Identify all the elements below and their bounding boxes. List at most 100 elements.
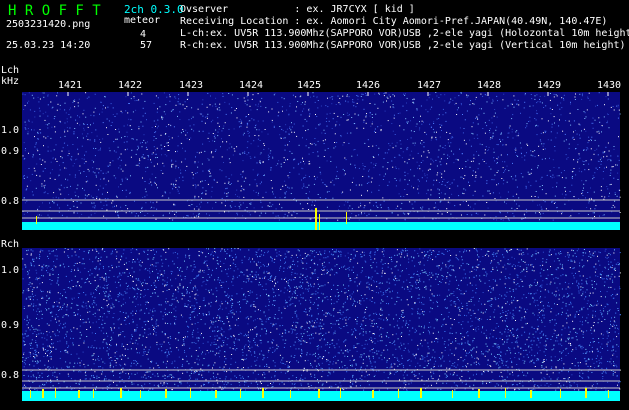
noise-pixel — [33, 97, 35, 99]
noise-pixel — [231, 299, 233, 301]
noise-pixel — [438, 149, 440, 151]
noise-pixel — [278, 219, 280, 221]
noise-pixel — [416, 109, 418, 111]
noise-pixel — [495, 129, 497, 131]
noise-pixel — [349, 189, 351, 191]
noise-pixel — [611, 350, 613, 352]
noise-pixel — [441, 213, 443, 215]
noise-pixel — [508, 127, 510, 129]
noise-pixel — [110, 307, 112, 309]
noise-pixel — [550, 266, 551, 268]
noise-pixel — [338, 294, 340, 296]
noise-pixel — [35, 187, 37, 189]
noise-pixel — [529, 173, 531, 175]
noise-pixel — [154, 328, 156, 329]
noise-pixel — [450, 98, 452, 100]
noise-pixel — [321, 362, 323, 364]
noise-pixel — [95, 256, 97, 258]
noise-pixel — [124, 272, 126, 274]
noise-pixel — [151, 126, 153, 128]
noise-pixel — [426, 133, 427, 135]
noise-pixel — [107, 106, 109, 108]
noise-pixel — [402, 320, 404, 322]
noise-pixel — [587, 96, 589, 98]
noise-pixel — [361, 267, 363, 269]
noise-pixel — [105, 172, 107, 174]
noise-pixel — [99, 259, 101, 261]
noise-pixel — [72, 286, 74, 287]
noise-pixel — [574, 261, 576, 263]
noise-pixel — [25, 148, 26, 150]
noise-pixel — [229, 143, 231, 145]
noise-pixel — [36, 174, 38, 176]
noise-pixel — [162, 214, 164, 216]
noise-pixel — [360, 323, 362, 325]
noise-pixel — [598, 130, 600, 132]
noise-pixel — [92, 261, 94, 263]
noise-pixel — [319, 339, 321, 341]
noise-pixel — [511, 316, 513, 318]
noise-pixel — [585, 386, 587, 388]
noise-pixel — [98, 377, 100, 378]
noise-pixel — [225, 258, 226, 260]
noise-pixel — [612, 281, 614, 283]
noise-pixel — [88, 96, 90, 98]
noise-pixel — [489, 132, 491, 134]
noise-pixel — [119, 311, 121, 313]
noise-pixel — [206, 117, 208, 119]
noise-pixel — [528, 388, 530, 390]
noise-pixel — [428, 97, 430, 99]
noise-pixel — [363, 251, 365, 253]
noise-pixel — [414, 250, 416, 252]
noise-pixel — [511, 118, 513, 120]
noise-pixel — [29, 305, 31, 307]
noise-pixel — [206, 265, 208, 267]
noise-pixel — [386, 100, 387, 102]
noise-pixel — [280, 188, 282, 190]
noise-pixel — [486, 180, 488, 182]
noise-pixel — [116, 196, 118, 198]
noise-pixel — [445, 264, 447, 266]
noise-pixel — [282, 110, 283, 112]
noise-pixel — [421, 140, 423, 141]
noise-pixel — [469, 166, 471, 168]
noise-pixel — [555, 366, 557, 368]
noise-pixel — [228, 158, 230, 160]
noise-pixel — [458, 289, 460, 291]
noise-pixel — [210, 320, 212, 321]
noise-pixel — [141, 156, 143, 158]
noise-pixel — [127, 276, 129, 277]
noise-pixel — [406, 162, 408, 164]
noise-pixel — [103, 277, 105, 279]
noise-pixel — [297, 257, 298, 258]
noise-pixel — [288, 212, 290, 214]
noise-pixel — [170, 110, 172, 112]
noise-pixel — [329, 344, 331, 345]
noise-pixel — [445, 282, 447, 284]
noise-pixel — [365, 92, 366, 94]
noise-pixel — [346, 367, 348, 369]
noise-pixel — [195, 156, 196, 158]
noise-pixel — [56, 367, 58, 369]
noise-pixel — [35, 142, 37, 144]
noise-pixel — [357, 301, 358, 303]
noise-pixel — [556, 95, 558, 97]
noise-pixel — [30, 371, 32, 373]
noise-pixel — [144, 383, 146, 385]
noise-pixel — [422, 170, 424, 172]
noise-pixel — [551, 177, 553, 179]
noise-pixel — [492, 345, 494, 347]
noise-pixel — [415, 287, 416, 289]
noise-pixel — [47, 354, 48, 356]
noise-pixel — [308, 147, 310, 149]
noise-pixel — [107, 198, 109, 200]
noise-pixel — [580, 346, 582, 348]
noise-pixel — [72, 344, 74, 346]
noise-pixel — [79, 325, 81, 327]
noise-pixel — [208, 170, 210, 172]
noise-pixel — [382, 292, 384, 294]
noise-pixel — [571, 177, 573, 179]
noise-pixel — [361, 328, 363, 330]
noise-pixel — [492, 269, 494, 270]
noise-pixel — [383, 200, 385, 202]
